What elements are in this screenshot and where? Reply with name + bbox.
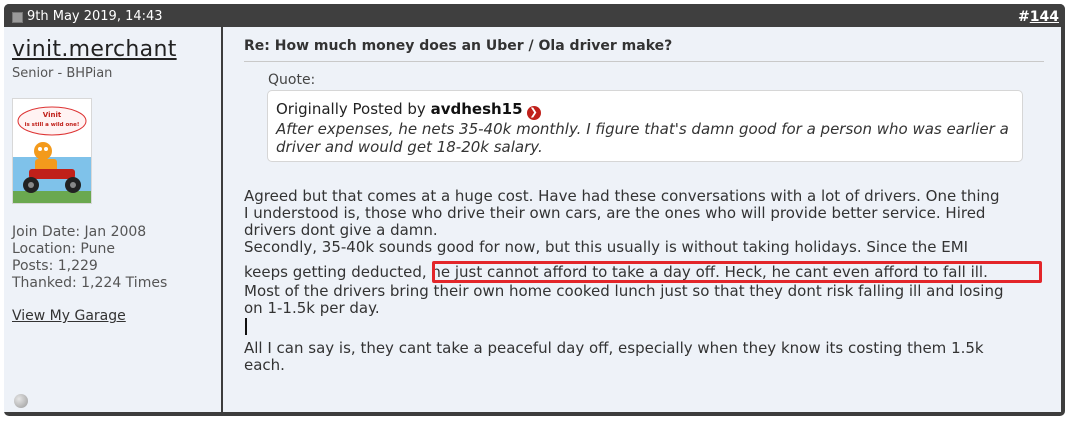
post-number-prefix: #	[1018, 9, 1030, 25]
post-count: Posts: 1,229	[12, 258, 98, 274]
body-line-8: All I can say is, they cant take a peace…	[244, 339, 984, 357]
thanked-count: Thanked: 1,224 Times	[12, 275, 168, 291]
post-number[interactable]: #144	[1018, 9, 1059, 25]
text-caret	[245, 318, 247, 335]
post-title: Re: How much money does an Uber / Ola dr…	[244, 38, 673, 54]
online-status-icon	[14, 394, 28, 408]
join-date: Join Date: Jan 2008	[12, 224, 147, 240]
post-date: 9th May 2019, 14:43	[27, 9, 163, 24]
user-title: Senior - BHPian	[12, 66, 113, 81]
highlight-annotation	[432, 261, 1042, 283]
location: Location: Pune	[12, 241, 115, 257]
body-line-2: I understood is, those who drive their o…	[244, 204, 986, 222]
avatar-image: Vinit is still a wild one!	[13, 99, 91, 203]
view-post-icon[interactable]: ❯	[526, 106, 541, 120]
quote-prefix: Originally Posted by	[276, 100, 431, 118]
user-info-panel: vinit.merchant Senior - BHPian Vinit is …	[4, 27, 221, 412]
post-icon	[12, 12, 23, 23]
quote-box: Originally Posted by avdhesh15 ❯ After ex…	[267, 90, 1023, 162]
quote-author[interactable]: avdhesh15	[431, 100, 523, 118]
avatar[interactable]: Vinit is still a wild one!	[12, 98, 92, 204]
body-line-6: Most of the drivers bring their own home…	[244, 282, 1004, 300]
title-divider	[244, 61, 1044, 62]
body-line-4: Secondly, 35-40k sounds good for now, bu…	[244, 238, 969, 256]
avatar-text-1: Vinit	[43, 111, 62, 119]
username-link[interactable]: vinit.merchant	[12, 37, 177, 62]
body-line-3: drivers dont give a damn.	[244, 221, 438, 239]
view-garage-link[interactable]: View My Garage	[12, 308, 126, 324]
quote-text: After expenses, he nets 35-40k monthly. …	[276, 120, 1009, 156]
post-number-link[interactable]: 144	[1030, 9, 1059, 25]
quote-origin: Originally Posted by avdhesh15 ❯	[276, 100, 541, 120]
avatar-text-2: is still a wild one!	[25, 122, 80, 128]
quote-label: Quote:	[268, 72, 316, 88]
body-line-7: on 1-1.5k per day.	[244, 299, 380, 317]
post-content-panel: Re: How much money does an Uber / Ola dr…	[223, 27, 1061, 412]
body-line-1: Agreed but that comes at a huge cost. Ha…	[244, 187, 1000, 205]
bottom-strip	[0, 416, 1080, 425]
body-line-9: each.	[244, 356, 285, 374]
